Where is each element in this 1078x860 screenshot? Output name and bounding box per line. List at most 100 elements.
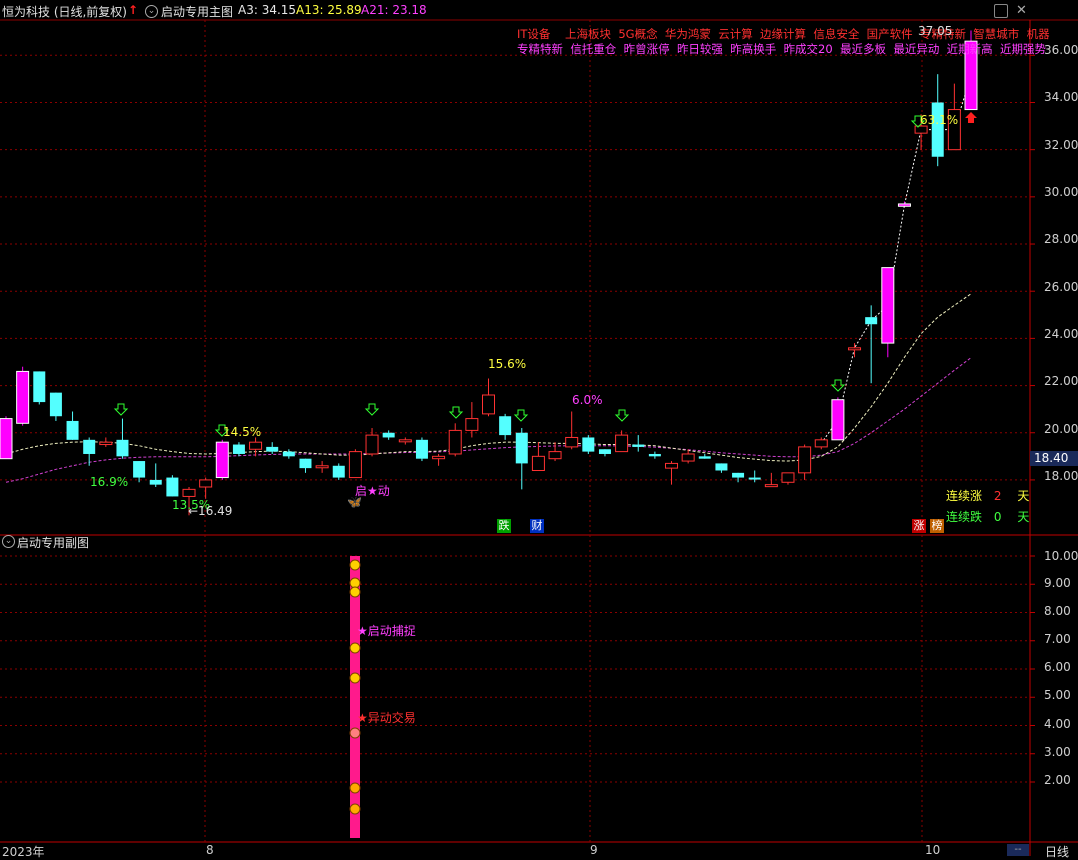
cai-badge[interactable]: 财	[530, 519, 544, 533]
candle-body	[282, 451, 295, 457]
fan-icon	[349, 727, 361, 739]
concept-tag[interactable]: 近期强势	[1000, 42, 1046, 56]
pct-label: 15.6%	[488, 357, 527, 371]
butterfly-icon	[349, 559, 361, 571]
x-tick: 2023年	[2, 845, 45, 859]
candle-body	[365, 434, 379, 455]
buy-arrow-icon	[448, 406, 464, 419]
candle-body	[764, 484, 778, 488]
concept-tag[interactable]: 信息安全	[813, 27, 859, 41]
die-badge[interactable]: 跌	[497, 519, 511, 533]
sub-y-tick: 7.00	[1044, 632, 1071, 646]
coin-icon	[349, 803, 361, 815]
candle-body	[348, 451, 362, 479]
concept-tag[interactable]: 最近多板	[840, 42, 886, 56]
up-streak: 连续涨 2 天	[946, 487, 1029, 504]
signal-abnormal-trade: ★异动交易	[357, 711, 416, 725]
candle-body	[881, 267, 895, 344]
candle-body	[266, 446, 279, 452]
candle-body	[748, 477, 761, 480]
concept-tag[interactable]: 近期新高	[947, 42, 993, 56]
y-tick: 20.00	[1044, 422, 1078, 436]
concept-tag[interactable]: 上海板块	[565, 27, 611, 41]
current-price-badge: 18.40	[1030, 451, 1078, 466]
concept-tag[interactable]: 智慧城市	[973, 27, 1019, 41]
sub-y-tick: 3.00	[1044, 745, 1071, 759]
period-label[interactable]: 日线	[1045, 843, 1069, 860]
sub-y-tick: 2.00	[1044, 773, 1071, 787]
signal-bar	[350, 556, 360, 838]
concept-tag[interactable]: 昨曾涨停	[624, 42, 670, 56]
candle-body	[732, 472, 745, 478]
candle-body	[665, 462, 679, 469]
pct-label: 63.1%	[920, 113, 959, 127]
candle-body	[814, 439, 828, 448]
bang-badge[interactable]: 榜	[930, 519, 944, 533]
money-bag-icon	[349, 672, 361, 684]
candle-body	[548, 451, 562, 460]
x-tick: 9	[590, 843, 598, 857]
signal-start-capture: ★启动捕捉	[357, 624, 416, 638]
concept-tag[interactable]: 云计算	[718, 27, 753, 41]
concept-tag[interactable]: 昨日较强	[677, 42, 723, 56]
y-tick: 26.00	[1044, 280, 1078, 294]
candle-body	[49, 392, 62, 417]
y-tick: 32.00	[1044, 138, 1078, 152]
butterfly-icon	[349, 642, 361, 654]
candle-body	[598, 449, 611, 454]
concept-tag[interactable]: 专精特新	[517, 42, 563, 56]
collapse-icon[interactable]: ⌄	[145, 5, 158, 18]
candle-body	[897, 203, 911, 207]
candle-body	[499, 416, 512, 436]
pct-label: 6.0%	[572, 393, 603, 407]
sub-y-tick: 8.00	[1044, 604, 1071, 618]
concept-tags-row1: IT设备 上海板块 5G概念 华为鸿蒙 云计算 边缘计算 信息安全 国产软件 专…	[517, 26, 1050, 42]
candle-body	[632, 444, 645, 447]
candle-body	[83, 439, 96, 454]
candle-body	[182, 488, 196, 497]
settings-icon[interactable]	[994, 4, 1008, 18]
candle-body	[116, 439, 129, 457]
sub-panel-title[interactable]: 启动专用副图	[17, 534, 89, 551]
candle-body	[99, 441, 113, 446]
candle-body	[715, 463, 728, 471]
candle-body	[382, 432, 395, 438]
concept-tag[interactable]: 华为鸿蒙	[665, 27, 711, 41]
concept-tag[interactable]: 5G概念	[618, 27, 657, 41]
candle-body	[865, 317, 878, 325]
close-icon[interactable]: ✕	[1016, 3, 1027, 18]
concept-tag[interactable]: 最近异动	[893, 42, 939, 56]
candle-body	[798, 446, 812, 474]
butterfly-icon: 🦋	[347, 495, 362, 509]
stock-title[interactable]: 恒为科技 (日线,前复权)	[2, 3, 127, 20]
kline-chart[interactable]	[0, 0, 1078, 856]
concept-tag[interactable]: 昨高换手	[730, 42, 776, 56]
zhang-badge[interactable]: 涨	[912, 519, 926, 533]
down-streak-label: 连续跌	[946, 510, 983, 524]
up-arrow-icon: ↑	[128, 3, 139, 17]
concept-tag[interactable]: IT设备	[517, 27, 550, 41]
scroll-indicator[interactable]: --	[1007, 844, 1029, 856]
up-streak-unit: 天	[1017, 489, 1030, 503]
main-indicator-name[interactable]: 启动专用主图	[161, 3, 233, 20]
pct-label: 16.9%	[90, 475, 129, 489]
concept-tag[interactable]: 昨成交20	[784, 42, 833, 56]
down-streak: 连续跌 0 天	[946, 508, 1029, 525]
concept-tag[interactable]: 边缘计算	[760, 27, 806, 41]
candle-body	[33, 371, 46, 403]
sell-arrow-icon	[965, 112, 977, 123]
candle-body	[648, 453, 661, 457]
candle-body	[565, 436, 579, 448]
concept-tag[interactable]: 机器	[1027, 27, 1050, 41]
down-streak-unit: 天	[1017, 510, 1030, 524]
y-tick: 36.00	[1044, 43, 1078, 57]
low-price-label: ←16.49	[188, 504, 233, 518]
concept-tag[interactable]: 国产软件	[867, 27, 913, 41]
concept-tag[interactable]: 信托重仓	[570, 42, 616, 56]
candle-body	[133, 461, 146, 478]
sub-collapse-icon[interactable]: ⌄	[2, 535, 15, 548]
y-tick: 28.00	[1044, 232, 1078, 246]
buy-arrow-icon	[614, 409, 630, 422]
candle-body	[415, 439, 428, 459]
concept-tags-row2: 专精特新 信托重仓 昨曾涨停 昨日较强 昨高换手 昨成交20 最近多板 最近异动…	[517, 41, 1046, 57]
